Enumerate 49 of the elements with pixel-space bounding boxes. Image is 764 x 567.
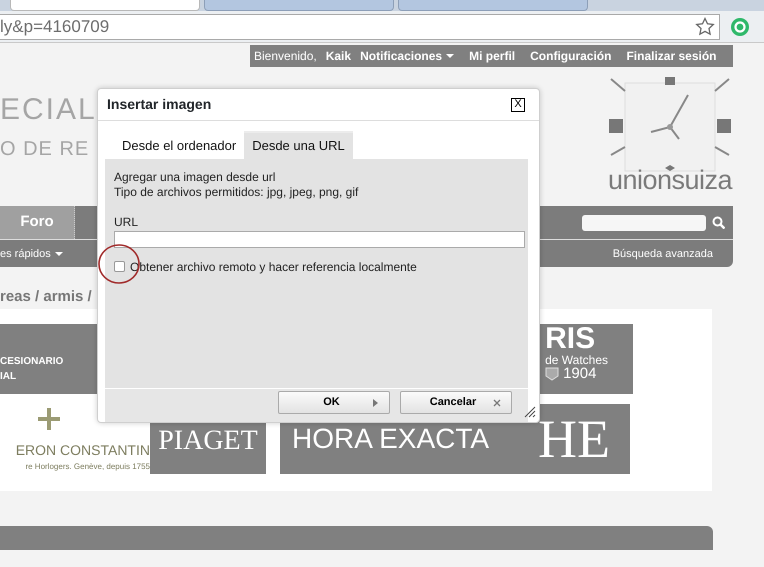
instruction-text: Agregar una imagen desde url [114, 170, 276, 184]
notifications-menu[interactable]: Notificaciones [360, 47, 454, 65]
nav-link[interactable]: Configuración [530, 47, 612, 65]
banner-title: ERON CONSTANTIN [16, 441, 150, 460]
extension-icon[interactable] [730, 16, 750, 36]
url-label: URL [114, 214, 140, 230]
welcome-text: Bienvenido, [254, 48, 317, 65]
nav-link[interactable]: Finalizar sesión [626, 47, 716, 65]
search-icon[interactable] [712, 216, 725, 229]
quick-links-menu[interactable]: es rápidos [0, 246, 63, 262]
close-button[interactable]: X [511, 98, 525, 112]
shield-icon [545, 366, 560, 380]
ok-button[interactable]: OK [278, 391, 390, 414]
banner-text: re Horlogers. Genève, depuis 1755 [25, 461, 150, 473]
forum-tab[interactable]: Foro [0, 206, 75, 239]
resize-grip-icon[interactable] [524, 406, 536, 418]
browser-tab[interactable] [10, 0, 200, 11]
banner-title: HORA EXACTA [292, 422, 490, 456]
nav-link[interactable]: Mi perfil [469, 47, 516, 65]
search-field[interactable] [582, 214, 706, 230]
banner-title: RIS [545, 324, 596, 354]
caret-icon [446, 54, 454, 58]
banner-logo-text: HE [538, 412, 610, 466]
watch-brand-banner[interactable]: ERON CONSTANTIN re Horlogers. Genève, depuis 1755 [0, 404, 150, 474]
url-field[interactable] [114, 230, 525, 248]
caret-icon [54, 252, 63, 256]
dialog-tab[interactable]: Desde una URL [244, 131, 353, 158]
arrow-icon [372, 398, 379, 408]
browser-tab[interactable] [398, 0, 588, 11]
banner-text: IAL [0, 370, 18, 384]
instruction-text: Tipo de archivos permitidos: jpg, jpeg, png, gif [114, 184, 360, 200]
cancel-button[interactable]: Cancelar [400, 391, 512, 414]
close-icon [493, 398, 501, 406]
browser-tab[interactable] [204, 0, 394, 11]
username-link[interactable]: Kaik [326, 47, 352, 65]
logo-subtitle: O DE RE [0, 139, 90, 159]
address-bar[interactable]: ly&p=4160709 [0, 14, 720, 40]
logo-text: ECIAL [0, 93, 97, 126]
brand-name: unionsuiza [608, 167, 732, 194]
banner-text: de Watches [545, 354, 609, 366]
dialog-title: Insertar imagen [107, 95, 212, 114]
breadcrumb-text: reas / armis / [0, 288, 92, 305]
checkbox[interactable] [114, 261, 125, 272]
cross-icon [36, 408, 62, 432]
address-text: ly&p=4160709 [0, 16, 110, 38]
advanced-search-link[interactable]: Búsqueda avanzada [612, 246, 713, 262]
star-icon[interactable] [695, 17, 715, 36]
banner-text: CESIONARIO [0, 355, 64, 369]
banner-text: 1904 [563, 366, 596, 381]
